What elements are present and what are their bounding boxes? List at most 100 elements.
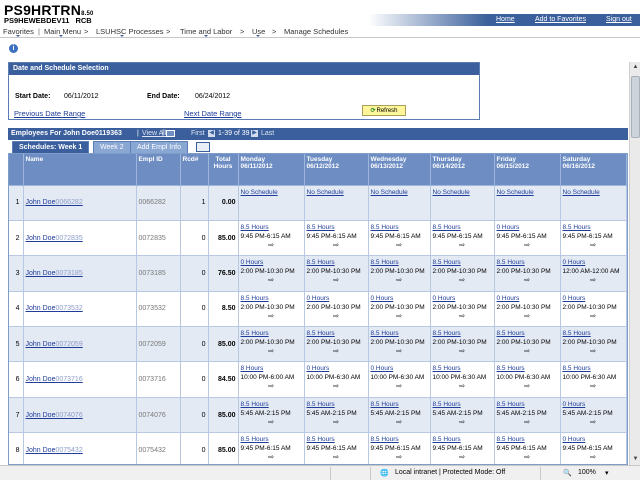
schedule-link[interactable]: 0 Hours bbox=[497, 224, 558, 232]
employee-name-link[interactable]: John Doe0073185 bbox=[26, 270, 83, 277]
arrow-right-icon[interactable]: ⇨ bbox=[371, 276, 428, 285]
arrow-right-icon[interactable]: ⇨ bbox=[371, 382, 428, 391]
schedule-link[interactable]: 8.5 Hours bbox=[307, 436, 366, 444]
schedule-link[interactable]: 8.5 Hours bbox=[371, 330, 428, 338]
arrow-right-icon[interactable]: ⇨ bbox=[307, 241, 366, 250]
sign-out-link[interactable]: Sign out bbox=[606, 16, 632, 23]
schedule-link[interactable]: 8.5 Hours bbox=[307, 330, 366, 338]
arrow-right-icon[interactable]: ⇨ bbox=[497, 312, 558, 321]
schedule-link[interactable]: 8.5 Hours bbox=[497, 436, 558, 444]
arrow-right-icon[interactable]: ⇨ bbox=[241, 241, 302, 250]
info-icon[interactable]: i bbox=[9, 44, 18, 53]
schedule-link[interactable]: 0 Hours bbox=[241, 259, 302, 267]
schedule-link[interactable]: 8.5 Hours bbox=[371, 259, 428, 267]
arrow-right-icon[interactable]: ⇨ bbox=[433, 276, 492, 285]
schedule-link[interactable]: 0 Hours bbox=[307, 295, 366, 303]
schedule-link[interactable]: 0 Hours bbox=[371, 295, 428, 303]
vertical-scrollbar[interactable]: ▲ ▼ bbox=[629, 62, 640, 465]
employee-name-link[interactable]: John Doe0075432 bbox=[26, 447, 83, 454]
tab-week-2[interactable]: Week 2 bbox=[93, 141, 131, 153]
arrow-right-icon[interactable]: ⇨ bbox=[497, 241, 558, 250]
arrow-right-icon[interactable]: ⇨ bbox=[563, 418, 624, 427]
zoom-grid-icon[interactable] bbox=[166, 130, 175, 137]
schedule-link[interactable]: 8.5 Hours bbox=[307, 224, 366, 232]
schedule-link[interactable]: 8.5 Hours bbox=[433, 224, 492, 232]
show-all-columns-icon[interactable] bbox=[196, 142, 210, 152]
refresh-button[interactable]: ⟳Refresh bbox=[362, 105, 406, 116]
scroll-down-icon[interactable]: ▼ bbox=[631, 455, 640, 464]
schedule-link[interactable]: 8.5 Hours bbox=[433, 330, 492, 338]
schedule-link[interactable]: 8.5 Hours bbox=[241, 295, 302, 303]
arrow-right-icon[interactable]: ⇨ bbox=[241, 347, 302, 356]
schedule-link[interactable]: 0 Hours bbox=[371, 365, 428, 373]
schedule-link[interactable]: No Schedule bbox=[241, 189, 302, 197]
arrow-right-icon[interactable]: ⇨ bbox=[433, 382, 492, 391]
schedule-link[interactable]: 0 Hours bbox=[433, 295, 492, 303]
schedule-link[interactable]: 8.5 Hours bbox=[497, 330, 558, 338]
last-link[interactable]: Last bbox=[261, 130, 274, 137]
previous-date-range-link[interactable]: Previous Date Range bbox=[14, 109, 85, 118]
next-icon[interactable]: ▶ bbox=[251, 130, 258, 137]
schedule-link[interactable]: 0 Hours bbox=[497, 295, 558, 303]
arrow-right-icon[interactable]: ⇨ bbox=[307, 382, 366, 391]
arrow-right-icon[interactable]: ⇨ bbox=[371, 347, 428, 356]
schedule-link[interactable]: 0 Hours bbox=[563, 259, 624, 267]
tab-add-empl-info[interactable]: Add Empl Info bbox=[130, 141, 188, 153]
employee-name-link[interactable]: John Doe0074076 bbox=[26, 412, 83, 419]
schedule-link[interactable]: No Schedule bbox=[307, 189, 366, 197]
previous-icon[interactable]: ◀ bbox=[208, 130, 215, 137]
arrow-right-icon[interactable]: ⇨ bbox=[497, 453, 558, 462]
arrow-right-icon[interactable]: ⇨ bbox=[241, 312, 302, 321]
arrow-right-icon[interactable]: ⇨ bbox=[241, 453, 302, 462]
schedule-link[interactable]: 8.5 Hours bbox=[433, 401, 492, 409]
schedule-link[interactable]: 8.5 Hours bbox=[433, 436, 492, 444]
arrow-right-icon[interactable]: ⇨ bbox=[563, 276, 624, 285]
arrow-right-icon[interactable]: ⇨ bbox=[563, 382, 624, 391]
schedule-link[interactable]: 0 Hours bbox=[307, 365, 366, 373]
arrow-right-icon[interactable]: ⇨ bbox=[497, 276, 558, 285]
schedule-link[interactable]: 8.5 Hours bbox=[563, 224, 624, 232]
schedule-link[interactable]: 8.5 Hours bbox=[497, 365, 558, 373]
schedule-link[interactable]: No Schedule bbox=[371, 189, 428, 197]
schedule-link[interactable]: 8.5 Hours bbox=[241, 401, 302, 409]
schedule-link[interactable]: 8.5 Hours bbox=[563, 330, 624, 338]
arrow-right-icon[interactable]: ⇨ bbox=[307, 418, 366, 427]
schedule-link[interactable]: 0 Hours bbox=[563, 295, 624, 303]
schedule-link[interactable]: 8.5 Hours bbox=[371, 224, 428, 232]
arrow-right-icon[interactable]: ⇨ bbox=[371, 312, 428, 321]
arrow-right-icon[interactable]: ⇨ bbox=[497, 418, 558, 427]
schedule-link[interactable]: 8.5 Hours bbox=[241, 330, 302, 338]
first-link[interactable]: First bbox=[191, 130, 205, 137]
add-to-favorites-link[interactable]: Add to Favorites bbox=[535, 16, 586, 23]
arrow-right-icon[interactable]: ⇨ bbox=[563, 453, 624, 462]
arrow-right-icon[interactable]: ⇨ bbox=[307, 312, 366, 321]
arrow-right-icon[interactable]: ⇨ bbox=[563, 347, 624, 356]
schedule-link[interactable]: 8.5 Hours bbox=[241, 436, 302, 444]
arrow-right-icon[interactable]: ⇨ bbox=[563, 312, 624, 321]
arrow-right-icon[interactable]: ⇨ bbox=[433, 312, 492, 321]
arrow-right-icon[interactable]: ⇨ bbox=[307, 276, 366, 285]
zoom-icon[interactable]: 🔍 bbox=[563, 469, 572, 477]
arrow-right-icon[interactable]: ⇨ bbox=[241, 382, 302, 391]
arrow-right-icon[interactable]: ⇨ bbox=[433, 347, 492, 356]
schedule-link[interactable]: 8.5 Hours bbox=[307, 259, 366, 267]
arrow-right-icon[interactable]: ⇨ bbox=[371, 453, 428, 462]
schedule-link[interactable]: 8 Hours bbox=[241, 365, 302, 373]
schedule-link[interactable]: 8.5 Hours bbox=[307, 401, 366, 409]
schedule-link[interactable]: 8.5 Hours bbox=[371, 401, 428, 409]
employee-name-link[interactable]: John Doe0073532 bbox=[26, 305, 83, 312]
breadcrumb-lsuhsc-processes[interactable]: LSUHSC Processes bbox=[96, 27, 164, 36]
schedule-link[interactable]: 8.5 Hours bbox=[433, 365, 492, 373]
schedule-link[interactable]: 0 Hours bbox=[563, 401, 624, 409]
arrow-right-icon[interactable]: ⇨ bbox=[241, 418, 302, 427]
arrow-right-icon[interactable]: ⇨ bbox=[433, 241, 492, 250]
employee-name-link[interactable]: John Doe0072059 bbox=[26, 341, 83, 348]
chevron-down-icon[interactable]: ▾ bbox=[605, 469, 609, 477]
arrow-right-icon[interactable]: ⇨ bbox=[497, 347, 558, 356]
next-date-range-link[interactable]: Next Date Range bbox=[184, 109, 242, 118]
schedule-link[interactable]: 0 Hours bbox=[563, 436, 624, 444]
arrow-right-icon[interactable]: ⇨ bbox=[497, 382, 558, 391]
schedule-link[interactable]: 8.5 Hours bbox=[497, 259, 558, 267]
arrow-right-icon[interactable]: ⇨ bbox=[563, 241, 624, 250]
schedule-link[interactable]: 8.5 Hours bbox=[563, 365, 624, 373]
